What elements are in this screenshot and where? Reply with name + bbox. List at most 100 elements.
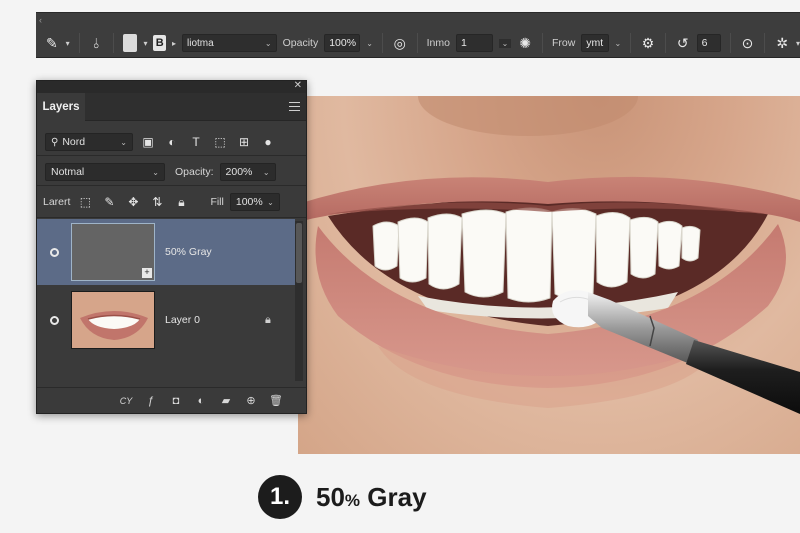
divider: [541, 33, 543, 53]
divider: [664, 33, 666, 53]
brush-preset-value: liotma: [187, 37, 214, 49]
angle-input[interactable]: 6: [696, 34, 721, 52]
chevron-down-icon: ⌄: [267, 197, 274, 207]
collapse-chevron-icon[interactable]: ‹: [39, 15, 42, 25]
filter-kind-value: Nord: [62, 136, 86, 148]
lock-label: Larert: [43, 196, 71, 208]
fill-input[interactable]: 100% ⌄: [229, 193, 280, 211]
visibility-toggle[interactable]: [37, 315, 71, 325]
chevron-down-icon[interactable]: ▾: [66, 39, 70, 48]
layer-thumbnail: [71, 291, 155, 349]
gear-icon[interactable]: ⚙: [640, 33, 656, 53]
fx-icon[interactable]: ƒ: [143, 393, 159, 409]
smile-photo: [298, 96, 800, 414]
panel-tab-bar: Layers: [37, 93, 306, 121]
brush-preset-select[interactable]: liotma ⌄: [182, 34, 277, 52]
pressure-size-icon[interactable]: ⊙: [740, 33, 756, 53]
layer-row-layer-0[interactable]: Layer 0 🔒︎: [37, 287, 295, 353]
caption-word: Gray: [360, 481, 427, 512]
scrollbar-thumb[interactable]: [296, 223, 302, 283]
shape-filter-icon[interactable]: ⬚: [211, 133, 229, 151]
step-caption: 1. 50% Gray: [258, 474, 427, 520]
smart-filter-badge-icon: +: [142, 268, 152, 278]
chevron-down-icon[interactable]: ▾: [143, 39, 147, 48]
chevron-right-icon[interactable]: ▸: [172, 39, 176, 48]
layer-opacity-input[interactable]: 200% ⌄: [219, 163, 276, 181]
layer-opacity-value: 200%: [225, 166, 253, 178]
fill-label: Fill: [210, 196, 224, 208]
caption-percent: %: [344, 490, 361, 510]
canvas-image[interactable]: [298, 96, 800, 454]
chevron-down-icon[interactable]: ▾: [796, 39, 800, 48]
smoothing-input[interactable]: ymt: [581, 34, 609, 52]
lock-icon: 🔒︎: [265, 314, 271, 326]
opacity-label: Opacity: [282, 37, 319, 49]
close-icon[interactable]: ✕: [294, 80, 302, 91]
chevron-down-icon[interactable]: ⌄: [615, 39, 622, 48]
blend-badge[interactable]: B: [153, 35, 166, 51]
divider: [113, 33, 115, 53]
layers-panel: ✕ Layers ⚲ Nord ⌄ ▣ ◐ T ⬚ ⊞ ● Notmal ⌄ O…: [36, 80, 307, 414]
smart-object-filter-icon[interactable]: ⊞: [235, 133, 253, 151]
brush-size-icon[interactable]: ⫰: [89, 33, 105, 53]
step-number: 1.: [258, 475, 302, 519]
brush-preset-icon[interactable]: [123, 34, 138, 52]
lock-image-icon[interactable]: ✎: [100, 193, 118, 211]
divider: [416, 33, 418, 53]
lock-artboard-icon[interactable]: ⇅: [148, 193, 166, 211]
new-group-icon[interactable]: ▰: [218, 393, 234, 409]
brush-tool-icon[interactable]: ✎: [44, 33, 60, 53]
panel-title-strip[interactable]: ✕: [37, 80, 306, 93]
visibility-toggle[interactable]: [37, 247, 71, 257]
chevron-down-icon[interactable]: ⌄: [366, 39, 373, 48]
pixel-filter-icon[interactable]: ▣: [139, 133, 157, 151]
lock-position-icon[interactable]: ✥: [124, 193, 142, 211]
blend-mode-select[interactable]: Notmal ⌄: [45, 163, 165, 181]
search-icon: ⚲: [51, 136, 59, 148]
new-layer-icon[interactable]: ⊕: [243, 393, 259, 409]
flow-label: Inmo: [426, 37, 450, 49]
divider: [37, 217, 306, 218]
eye-icon: [49, 315, 59, 325]
chevron-down-icon[interactable]: ⌄: [498, 38, 512, 48]
angle-icon[interactable]: ↺: [675, 33, 691, 53]
chevron-down-icon: ⌄: [120, 137, 127, 147]
add-mask-icon[interactable]: ◘: [168, 393, 184, 409]
pressure-opacity-icon[interactable]: ◎: [392, 33, 408, 53]
divider: [764, 33, 766, 53]
layer-row-50-gray[interactable]: + 50% Gray: [37, 219, 295, 285]
delete-layer-icon[interactable]: 🗑︎: [268, 393, 284, 409]
layer-thumbnail: +: [71, 223, 155, 281]
lock-transparent-icon[interactable]: ⬚: [76, 193, 94, 211]
blend-mode-value: Notmal: [51, 166, 85, 178]
fill-value: 100%: [235, 196, 263, 208]
adjustment-layer-icon[interactable]: ◐: [193, 393, 209, 409]
chevron-down-icon: ⌄: [264, 38, 272, 48]
settings-icon[interactable]: ✲: [774, 33, 790, 53]
opacity-input[interactable]: 100%: [324, 34, 361, 52]
eye-icon: [49, 247, 59, 257]
type-filter-icon[interactable]: T: [187, 133, 205, 151]
lock-all-icon[interactable]: 🔒︎: [172, 193, 190, 211]
adjustment-filter-icon[interactable]: ◐: [163, 133, 181, 151]
smile-thumbnail: [72, 292, 154, 348]
layers-scrollbar[interactable]: [295, 221, 303, 381]
tab-layers[interactable]: Layers: [37, 93, 85, 121]
link-layers-icon[interactable]: CY: [118, 393, 134, 409]
chevron-down-icon: ⌄: [152, 167, 159, 177]
filter-kind-select[interactable]: ⚲ Nord ⌄: [45, 133, 133, 151]
opacity-label: Opacity:: [175, 166, 214, 178]
divider: [78, 33, 80, 53]
airbrush-icon[interactable]: ✺: [517, 33, 533, 53]
divider: [630, 33, 632, 53]
layer-name[interactable]: 50% Gray: [165, 246, 212, 258]
panel-menu-icon[interactable]: [289, 102, 300, 111]
caption-title: 50% Gray: [316, 482, 427, 513]
layer-name[interactable]: Layer 0: [165, 314, 200, 326]
flow-input[interactable]: 1: [455, 34, 493, 52]
smoothing-label: Frow: [551, 37, 576, 49]
divider: [37, 185, 306, 186]
chevron-down-icon: ⌄: [262, 167, 270, 177]
options-bar: ‹ ✎ ▾ ⫰ ▾ B ▸ liotma ⌄ Opacity 100% ⌄ ◎ …: [36, 12, 800, 58]
filter-toggle-icon[interactable]: ●: [259, 133, 277, 151]
